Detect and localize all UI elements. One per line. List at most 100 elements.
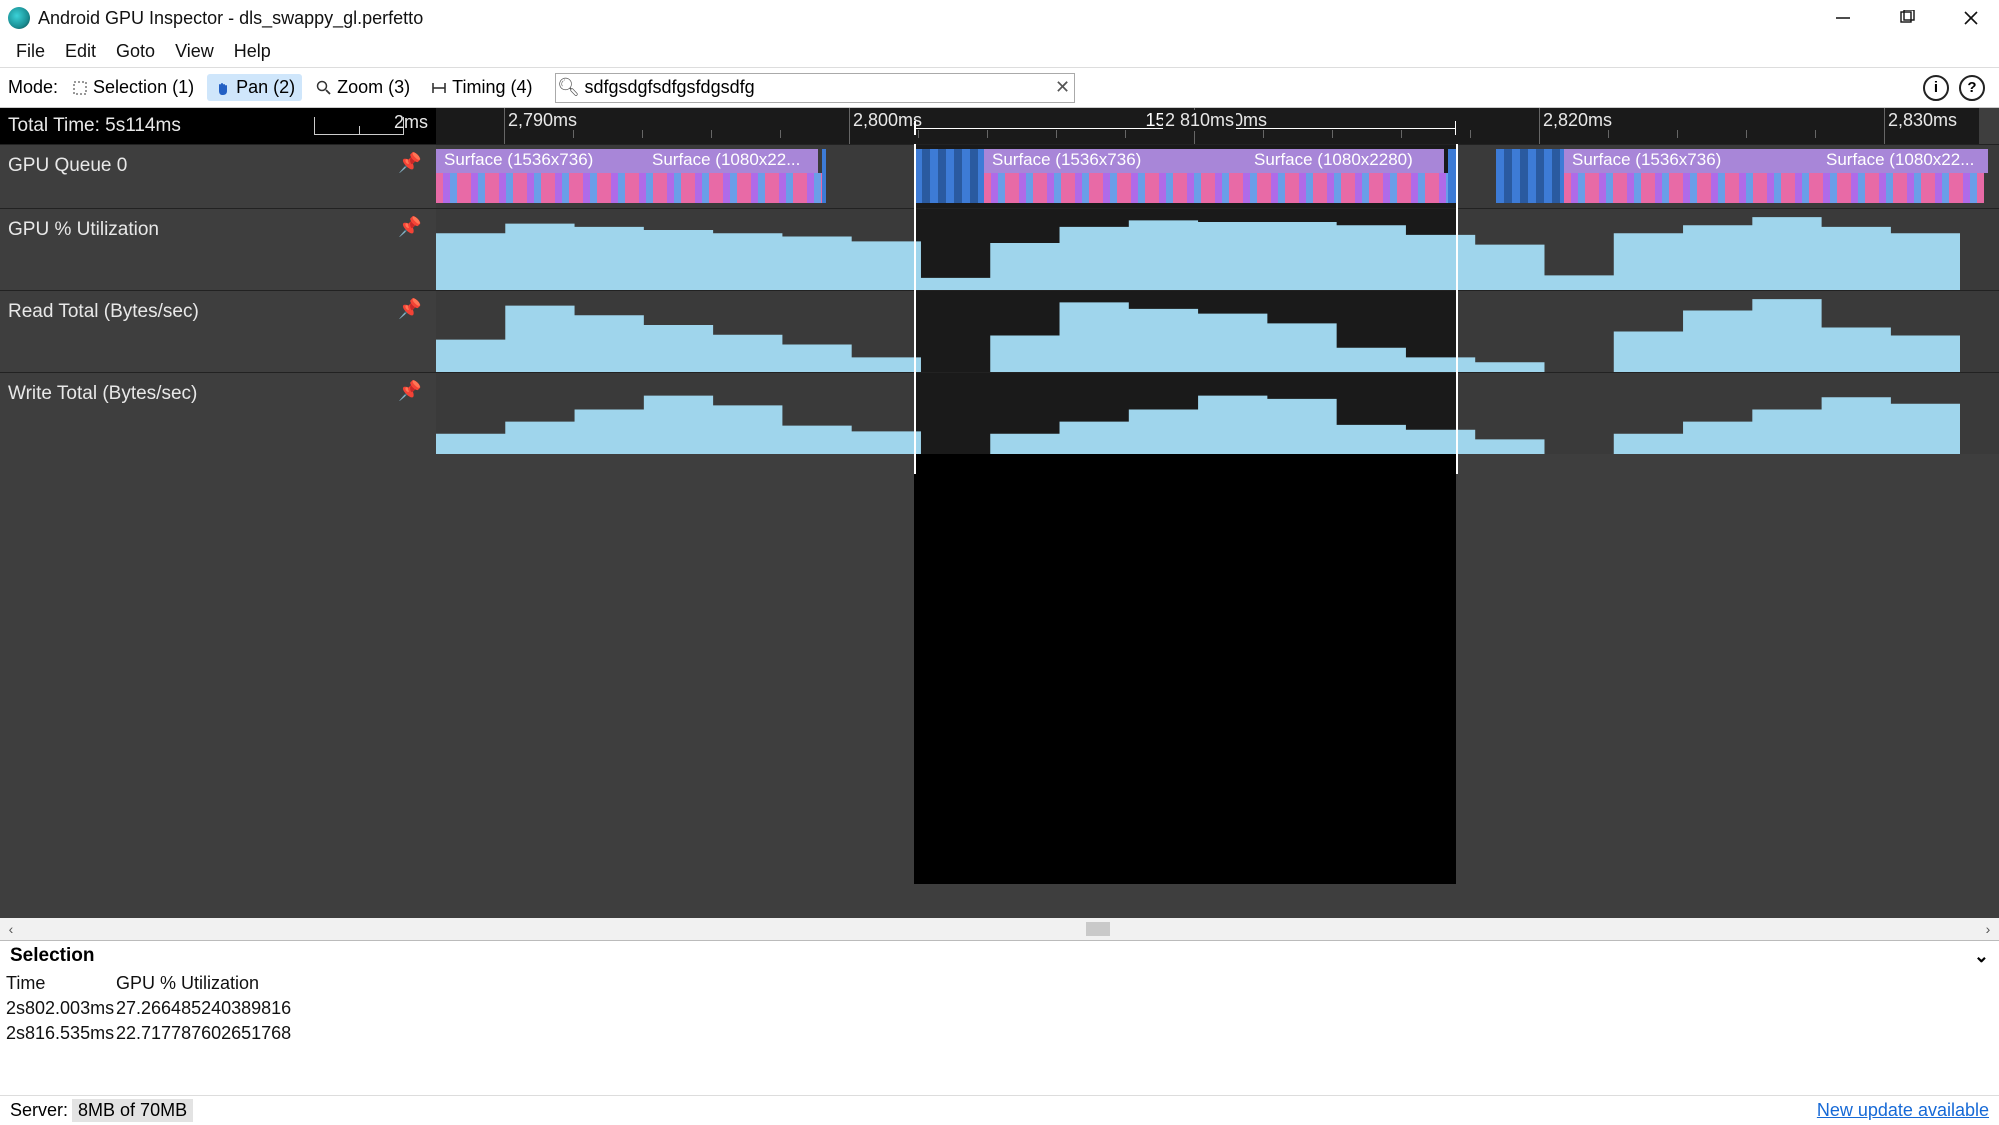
cell-value: 27.266485240389816 [116,998,1993,1019]
gpu-util-chart [436,209,1960,290]
cell-time: 2s802.003ms [6,998,116,1019]
server-memory: 8MB of 70MB [72,1099,193,1122]
total-time-label: Total Time: 5s114ms 2ms [0,108,436,144]
pin-icon[interactable]: 📌 [398,215,422,239]
chevron-down-icon[interactable]: ⌄ [1974,946,1989,967]
mode-selection-label: Selection (1) [93,77,194,98]
time-ruler[interactable]: Total Time: 5s114ms 2ms 2,790ms 2,800ms … [0,108,1999,144]
menu-file[interactable]: File [6,38,55,65]
menu-view[interactable]: View [165,38,224,65]
help-button[interactable]: ? [1959,75,1985,101]
track-label: GPU Queue 0 📌 [0,145,436,208]
track-gpu-util[interactable]: GPU % Utilization 📌 [0,208,1999,290]
ruler-right-pad [1979,108,1999,144]
mode-zoom[interactable]: Zoom (3) [308,74,417,101]
track-content[interactable]: Surface (1536x736) Surface (1080x22... S… [436,145,1999,208]
track-label-text: Read Total (Bytes/sec) [8,301,199,323]
table-row[interactable]: 2s802.003ms 27.266485240389816 [6,996,1993,1021]
selection-start-line [914,144,916,474]
track-content[interactable] [436,209,1999,290]
scroll-track[interactable] [22,922,1977,936]
selection-tick-label: 2 810ms [1163,110,1236,131]
ruler-scale-mark [314,117,404,135]
table-row[interactable]: 2s816.535ms 22.717787602651768 [6,1021,1993,1046]
zoom-icon [315,79,333,97]
scroll-left-arrow[interactable]: ‹ [0,921,22,937]
select-icon [71,79,89,97]
mode-zoom-label: Zoom (3) [337,77,410,98]
track-content[interactable] [436,373,1999,454]
tick-label: 2,820ms [1543,110,1612,131]
surface-block[interactable]: Surface (1536x736) [436,149,644,173]
total-time-text: Total Time: 5s114ms [8,115,181,137]
selection-panel: Selection ⌄ Time GPU % Utilization 2s802… [0,940,1999,1065]
selection-panel-header[interactable]: Selection ⌄ [0,941,1999,971]
close-button[interactable] [1959,6,1983,30]
cell-time: 2s816.535ms [6,1023,116,1044]
surface-block[interactable]: Surface (1080x22... [644,149,818,173]
surface-block[interactable]: Surface (1536x736) [1564,149,1818,173]
timing-icon [430,79,448,97]
pin-icon[interactable]: 📌 [398,151,422,175]
track-gpu-queue[interactable]: GPU Queue 0 📌 Surface (1536x736) Surface… [0,144,1999,208]
track-label: Read Total (Bytes/sec) 📌 [0,291,436,372]
search-icon: 🔍︎ [556,77,580,98]
update-link[interactable]: New update available [1817,1100,1989,1121]
clear-search-icon[interactable]: ✕ [1050,77,1074,98]
surface-block[interactable]: Surface (1080x22... [1818,149,1988,173]
search-input[interactable] [580,77,1050,98]
pin-icon[interactable]: 📌 [398,297,422,321]
mode-selection[interactable]: Selection (1) [64,74,201,101]
surface-block[interactable]: Surface (1536x736) [984,149,1246,173]
selection-table: Time GPU % Utilization 2s802.003ms 27.26… [0,971,1999,1046]
info-button[interactable]: i [1923,75,1949,101]
col-time-header: Time [6,973,116,994]
window-title: Android GPU Inspector - dls_swappy_gl.pe… [38,8,423,29]
timeline-hscroll[interactable]: ‹ › [0,918,1999,940]
cell-value: 22.717787602651768 [116,1023,1993,1044]
mode-timing[interactable]: Timing (4) [423,74,539,101]
track-label: GPU % Utilization 📌 [0,209,436,290]
track-write-total[interactable]: Write Total (Bytes/sec) 📌 [0,372,1999,454]
tick-label: 2,830ms [1888,110,1957,131]
selection-end-line [1456,144,1458,474]
minimize-button[interactable] [1831,6,1855,30]
tick-label: 2,800ms [853,110,922,131]
mode-toolbar: Mode: Selection (1) Pan (2) Zoom (3) Tim… [0,68,1999,108]
timeline[interactable]: Total Time: 5s114ms 2ms 2,790ms 2,800ms … [0,108,1999,940]
track-label: Write Total (Bytes/sec) 📌 [0,373,436,454]
track-content[interactable] [436,291,1999,372]
surface-block[interactable]: Surface (1080x2280) [1246,149,1444,173]
titlebar: Android GPU Inspector - dls_swappy_gl.pe… [0,0,1999,36]
menu-goto[interactable]: Goto [106,38,165,65]
menu-help[interactable]: Help [224,38,281,65]
mode-pan[interactable]: Pan (2) [207,74,302,101]
server-label: Server: [10,1100,68,1121]
mode-pan-label: Pan (2) [236,77,295,98]
scroll-right-arrow[interactable]: › [1977,921,1999,937]
write-total-chart [436,373,1960,454]
menu-edit[interactable]: Edit [55,38,106,65]
search-box[interactable]: 🔍︎ ✕ [555,73,1075,103]
app-icon [8,7,30,29]
statusbar: Server: 8MB of 70MB New update available [0,1095,1999,1125]
maximize-button[interactable] [1895,6,1919,30]
track-label-text: GPU Queue 0 [8,155,127,177]
track-label-text: GPU % Utilization [8,219,159,241]
track-read-total[interactable]: Read Total (Bytes/sec) 📌 [0,290,1999,372]
col-value-header: GPU % Utilization [116,973,1993,994]
mode-label: Mode: [8,77,58,98]
ruler-scale-label: 2ms [394,112,428,133]
track-label-text: Write Total (Bytes/sec) [8,383,197,405]
pin-icon[interactable]: 📌 [398,379,422,403]
question-icon: ? [1967,79,1976,96]
hand-icon [214,79,232,97]
tracks: GPU Queue 0 📌 Surface (1536x736) Surface… [0,144,1999,884]
mode-timing-label: Timing (4) [452,77,532,98]
read-total-chart [436,291,1960,372]
info-icon: i [1934,79,1938,96]
scroll-thumb[interactable] [1086,922,1110,936]
selection-panel-title: Selection [10,945,94,967]
menubar: File Edit Goto View Help [0,36,1999,68]
timeline-empty-area[interactable] [0,454,1999,884]
